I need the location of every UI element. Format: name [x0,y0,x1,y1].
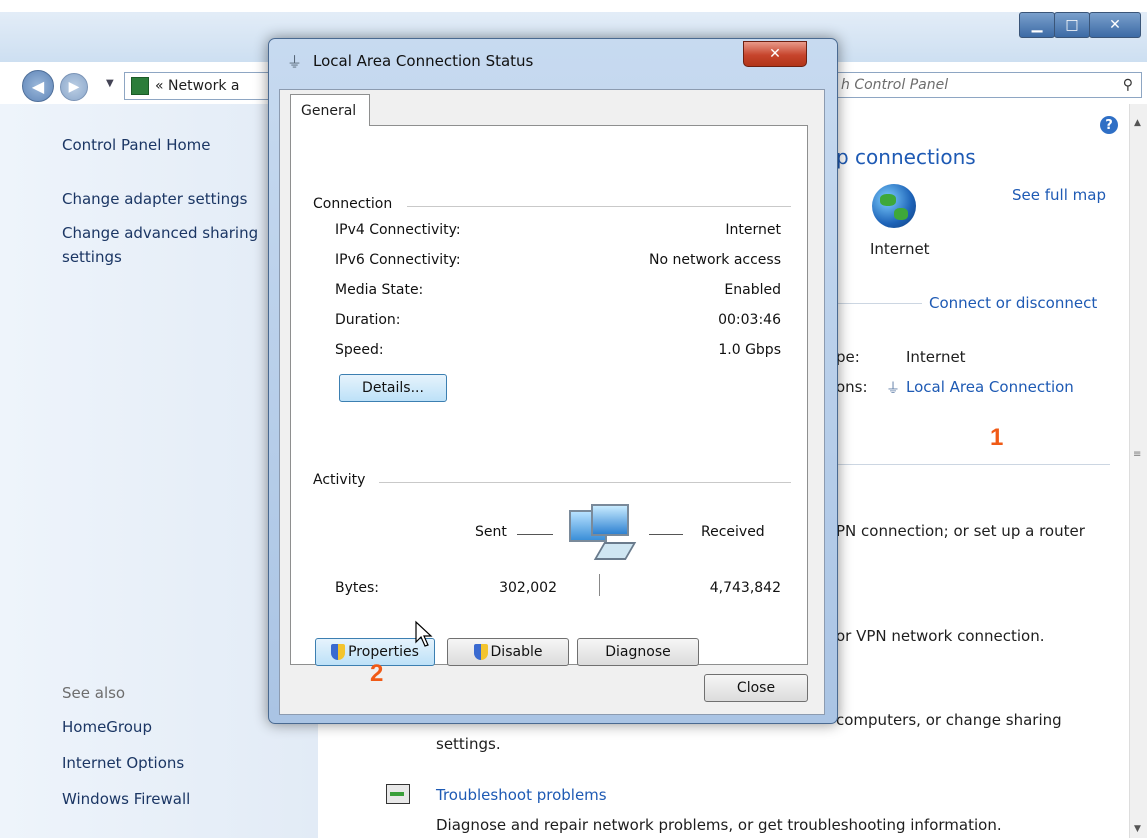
sent-label: Sent [475,524,507,540]
scroll-grip-icon[interactable]: ≡ [1133,449,1141,460]
internet-globe-icon [872,184,916,228]
window-close-button[interactable]: ✕ [1089,12,1141,38]
step-marker-2: 2 [370,660,384,687]
choose-homegroup-desc-line2: settings. [436,735,501,753]
step-marker-1: 1 [990,424,1004,451]
recent-pages-dropdown-icon[interactable]: ▼ [106,78,114,89]
windows-firewall-link[interactable]: Windows Firewall [62,790,190,808]
speed-value: 1.0 Gbps [718,342,781,358]
homegroup-link[interactable]: HomeGroup [62,718,152,736]
uac-shield-icon [473,644,488,660]
forward-arrow-icon[interactable]: ▶ [60,73,88,101]
see-full-map-link[interactable]: See full map [1012,186,1106,204]
ipv4-label: IPv4 Connectivity: [335,222,461,238]
access-type-label: pe: [836,348,860,366]
internet-label: Internet [870,240,930,258]
local-area-connection-status-dialog: ⏚ Local Area Connection Status ✕ General… [268,38,838,724]
search-placeholder: h Control Panel [841,77,949,93]
activity-group-label: Activity [313,472,366,488]
change-advanced-sharing-link[interactable]: Change advanced sharing [62,224,258,242]
connect-network-desc: or VPN network connection. [836,627,1045,645]
ipv6-value: No network access [649,252,781,268]
dialog-close-button[interactable]: ✕ [743,41,807,67]
search-icon[interactable]: ⚲ [1123,77,1133,93]
address-text: « Network a [155,78,240,94]
see-also-heading: See also [62,684,126,702]
connection-plug-icon: ⏚ [287,53,303,71]
duration-label: Duration: [335,312,401,328]
tab-general[interactable]: General [290,94,370,126]
speed-label: Speed: [335,342,384,358]
troubleshoot-problems-link[interactable]: Troubleshoot problems [436,786,607,804]
maximize-button[interactable]: □ [1054,12,1090,38]
connect-or-disconnect-link[interactable]: Connect or disconnect [929,294,1097,312]
diagnose-button[interactable]: Diagnose [577,638,699,666]
disable-button[interactable]: Disable [447,638,569,666]
connections-label: ons: [836,378,868,396]
received-label: Received [701,524,765,540]
setup-connection-desc: PN connection; or set up a router [836,522,1085,540]
ethernet-plug-icon: ⏚ [886,381,900,397]
media-state-value: Enabled [724,282,781,298]
dialog-title: Local Area Connection Status [313,52,534,70]
access-type-value: Internet [906,348,966,366]
scroll-down-icon[interactable]: ▼ [1134,824,1141,834]
ipv4-value: Internet [725,222,781,238]
duration-value: 00:03:46 [718,312,781,328]
details-button[interactable]: Details... [339,374,447,402]
minimize-button[interactable]: ▁ [1019,12,1055,38]
media-state-label: Media State: [335,282,424,298]
properties-button-label: Properties [348,644,419,660]
vertical-scrollbar[interactable]: ▲ ≡ ▼ [1129,104,1147,838]
bytes-sent-value: 302,002 [499,580,557,596]
network-icon [131,77,149,95]
troubleshoot-icon [386,784,410,804]
general-tab-panel: Connection IPv4 Connectivity: Internet I… [290,125,808,666]
connection-group-label: Connection [313,196,393,212]
help-icon[interactable]: ? [1100,116,1118,134]
uac-shield-icon [331,644,346,660]
dialog-body: General Connection IPv4 Connectivity: In… [279,89,825,715]
disable-button-label: Disable [490,644,543,660]
ipv6-label: IPv6 Connectivity: [335,252,461,268]
choose-homegroup-desc: computers, or change sharing [836,711,1062,729]
mouse-pointer-icon [415,620,433,647]
troubleshoot-desc: Diagnose and repair network problems, or… [436,816,1002,834]
change-advanced-sharing-link-line2[interactable]: settings [62,248,122,266]
back-arrow-icon[interactable]: ◀ [22,70,54,102]
change-adapter-settings-link[interactable]: Change adapter settings [62,190,248,208]
close-button[interactable]: Close [704,674,808,702]
control-panel-home-link[interactable]: Control Panel Home [62,136,211,154]
bytes-label: Bytes: [335,580,380,596]
network-computers-icon [569,504,637,568]
scroll-up-icon[interactable]: ▲ [1134,118,1141,128]
internet-options-link[interactable]: Internet Options [62,754,184,772]
window-controls: ▁ □ ✕ [1019,12,1141,38]
local-area-connection-link[interactable]: Local Area Connection [906,378,1074,396]
active-networks-heading: p connections [836,145,976,169]
bytes-received-value: 4,743,842 [709,580,781,596]
